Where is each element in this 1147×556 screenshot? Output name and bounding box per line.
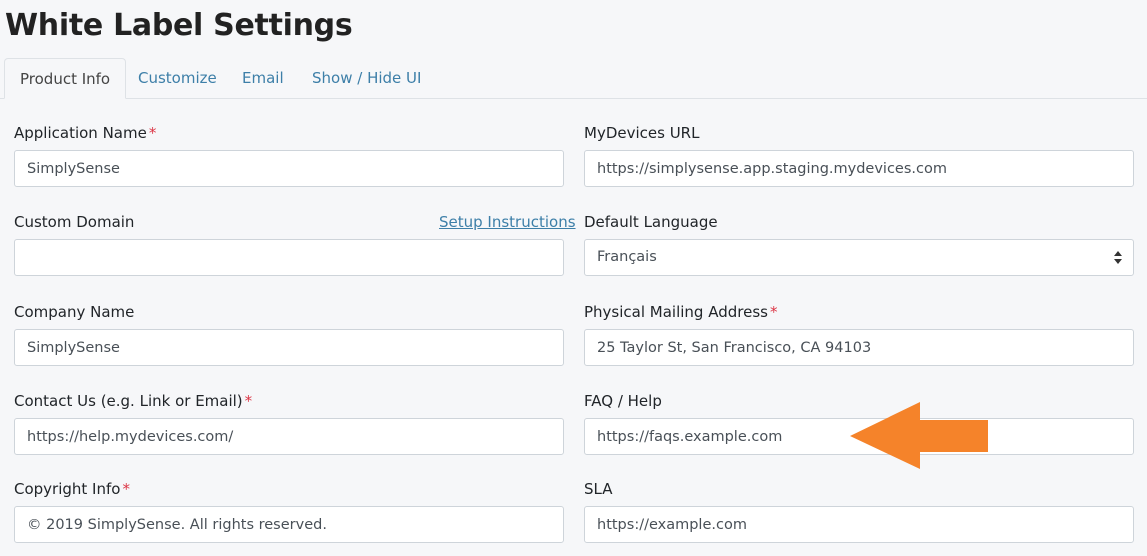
application-name-label-text: Application Name	[14, 124, 147, 142]
mydevices-url-input[interactable]	[584, 150, 1134, 187]
contact-us-input[interactable]	[14, 418, 564, 455]
tab-product-info[interactable]: Product Info	[4, 58, 127, 99]
tab-customize[interactable]: Customize	[138, 58, 217, 98]
copyright-info-label: Copyright Info *	[14, 480, 130, 498]
copyright-info-input[interactable]	[14, 506, 564, 543]
page-title: White Label Settings	[5, 8, 353, 43]
company-name-label: Company Name	[14, 303, 135, 321]
required-marker: *	[244, 392, 253, 410]
default-language-value: Français	[597, 249, 657, 265]
application-name-input[interactable]	[14, 150, 564, 187]
contact-us-label-text: Contact Us (e.g. Link or Email)	[14, 392, 243, 410]
physical-mailing-address-input[interactable]	[584, 329, 1134, 366]
copyright-info-label-text: Copyright Info	[14, 480, 121, 498]
sla-label: SLA	[584, 480, 613, 498]
physical-mailing-address-label: Physical Mailing Address *	[584, 303, 777, 321]
tab-email[interactable]: Email	[242, 58, 284, 98]
physical-mailing-address-label-text: Physical Mailing Address	[584, 303, 768, 321]
sla-input[interactable]	[584, 506, 1134, 543]
up-down-caret-icon	[1114, 251, 1122, 264]
setup-instructions-link[interactable]: Setup Instructions	[439, 213, 576, 231]
custom-domain-label: Custom Domain	[14, 213, 135, 231]
default-language-select[interactable]: Français	[584, 239, 1134, 276]
required-marker: *	[122, 480, 130, 498]
orange-left-arrow-icon	[850, 402, 988, 469]
required-marker: *	[769, 303, 778, 321]
contact-us-label: Contact Us (e.g. Link or Email) *	[14, 392, 252, 410]
application-name-label: Application Name *	[14, 124, 156, 142]
tab-show-hide-ui[interactable]: Show / Hide UI	[312, 58, 421, 98]
required-marker: *	[148, 124, 157, 142]
mydevices-url-label: MyDevices URL	[584, 124, 700, 142]
default-language-label: Default Language	[584, 213, 718, 231]
custom-domain-input[interactable]	[14, 239, 564, 276]
faq-help-label: FAQ / Help	[584, 392, 662, 410]
tab-bar: Product Info Customize Email Show / Hide…	[0, 58, 1147, 99]
company-name-input[interactable]	[14, 329, 564, 366]
